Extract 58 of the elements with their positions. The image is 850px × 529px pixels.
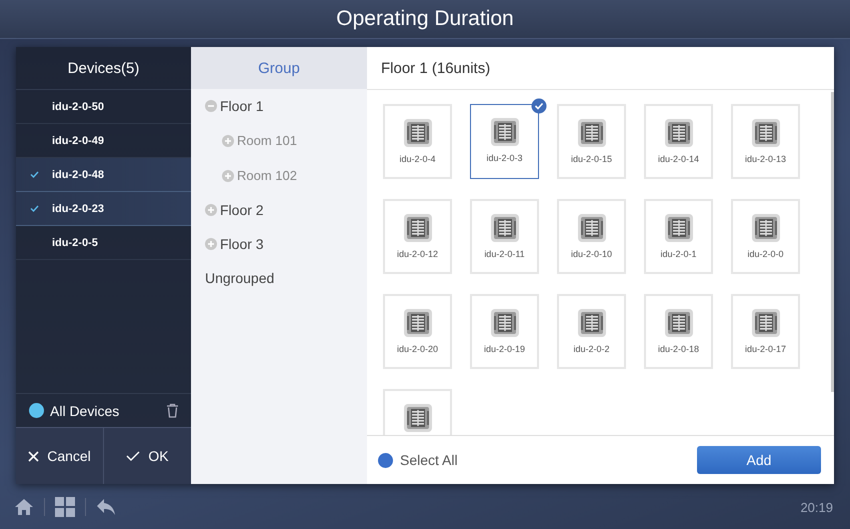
- air-conditioner-icon: [402, 308, 432, 338]
- air-conditioner-icon: [664, 213, 694, 243]
- air-conditioner-icon: [402, 213, 432, 243]
- clock-time: 20:19: [800, 500, 833, 514]
- trash-icon[interactable]: [166, 403, 179, 418]
- unit-tile[interactable]: idu-2-0-10: [557, 199, 626, 274]
- air-conditioner-icon: [576, 308, 606, 338]
- check-icon: [126, 451, 140, 461]
- tree-item[interactable]: Ungrouped: [205, 270, 274, 286]
- air-conditioner-icon: [750, 213, 780, 243]
- select-all-label[interactable]: Select All: [400, 452, 690, 468]
- check-badge-icon: [531, 98, 547, 114]
- unit-tile[interactable]: idu-2-0-15: [557, 104, 626, 179]
- unit-tile[interactable]: idu-2-0-11: [470, 199, 539, 274]
- check-icon: [30, 171, 38, 178]
- unit-tile[interactable]: idu-2-0-1: [644, 199, 713, 274]
- grid-icon[interactable]: [55, 497, 75, 517]
- radio-dot[interactable]: [29, 403, 44, 418]
- air-conditioner-icon: [402, 403, 432, 433]
- panel-title: Floor 1 (16units): [381, 60, 490, 76]
- air-conditioner-icon: [490, 308, 520, 338]
- radio-dot[interactable]: [378, 452, 393, 468]
- window-title: Operating Duration: [336, 7, 514, 31]
- air-conditioner-icon: [664, 118, 694, 148]
- air-conditioner-icon: [402, 118, 432, 148]
- cancel-button[interactable]: Cancel: [16, 428, 103, 484]
- air-conditioner-icon: [490, 213, 520, 243]
- unit-tile[interactable]: idu-2-0-17: [731, 294, 800, 369]
- all-devices-label[interactable]: All Devices: [50, 402, 160, 418]
- device-row[interactable]: idu-2-0-48: [16, 158, 191, 192]
- scrollbar[interactable]: [831, 92, 834, 392]
- tree-item[interactable]: Floor 3: [220, 236, 264, 252]
- unit-tile[interactable]: idu-2-0-4: [383, 104, 452, 179]
- home-icon[interactable]: [14, 498, 34, 516]
- unit-tile[interactable]: idu-2-0-3: [470, 104, 539, 179]
- unit-tile[interactable]: idu-2-0-0: [731, 199, 800, 274]
- add-button[interactable]: Add: [697, 446, 821, 474]
- tree-item[interactable]: Floor 2: [220, 202, 264, 218]
- air-conditioner-icon: [750, 308, 780, 338]
- close-icon: [28, 450, 40, 462]
- air-conditioner-icon: [576, 213, 606, 243]
- tree-item[interactable]: Floor 1: [220, 98, 264, 114]
- air-conditioner-icon: [576, 118, 606, 148]
- unit-tile[interactable]: idu-2-0-14: [644, 104, 713, 179]
- panel-title: Group: [258, 60, 300, 76]
- air-conditioner-icon: [490, 117, 520, 147]
- unit-tile[interactable]: idu-2-0-20: [383, 294, 452, 369]
- unit-tile[interactable]: idu-2-0-2: [557, 294, 626, 369]
- check-icon: [30, 205, 38, 212]
- unit-tile[interactable]: idu-2-0-13: [731, 104, 800, 179]
- back-icon[interactable]: [96, 498, 116, 516]
- air-conditioner-icon: [664, 308, 694, 338]
- device-row[interactable]: idu-2-0-23: [16, 192, 191, 226]
- air-conditioner-icon: [750, 118, 780, 148]
- unit-tile[interactable]: idu-2-0-19: [470, 294, 539, 369]
- unit-tile[interactable]: idu-2-0-18: [644, 294, 713, 369]
- panel-title: Devices(5): [68, 60, 140, 76]
- unit-tile[interactable]: idu-2-0-12: [383, 199, 452, 274]
